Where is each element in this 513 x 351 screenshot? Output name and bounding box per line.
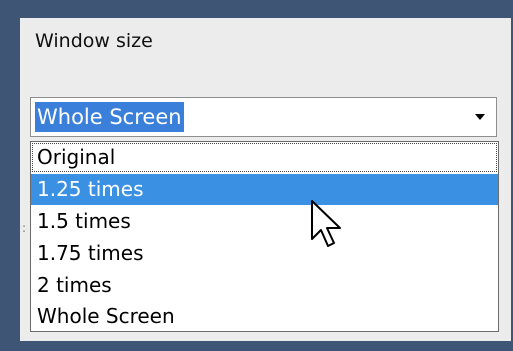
dropdown-arrow-button[interactable] <box>463 98 496 136</box>
option-original[interactable]: Original <box>31 142 498 173</box>
select-current-value: Whole Screen <box>35 102 184 132</box>
option-whole-screen[interactable]: Whole Screen <box>31 301 498 332</box>
option-1-75-times[interactable]: 1.75 times <box>31 238 498 269</box>
window-size-select[interactable]: Whole Screen <box>30 97 497 137</box>
option-1-5-times[interactable]: 1.5 times <box>31 206 498 237</box>
option-1-25-times[interactable]: 1.25 times <box>31 174 498 205</box>
side-fragment: : <box>22 221 27 235</box>
chevron-down-icon <box>474 114 485 120</box>
window-size-options-list[interactable]: Original 1.25 times 1.5 times 1.75 times… <box>30 141 499 332</box>
mouse-pointer-icon <box>311 200 341 247</box>
option-2-times[interactable]: 2 times <box>31 270 498 301</box>
window-size-label: Window size <box>35 30 153 52</box>
